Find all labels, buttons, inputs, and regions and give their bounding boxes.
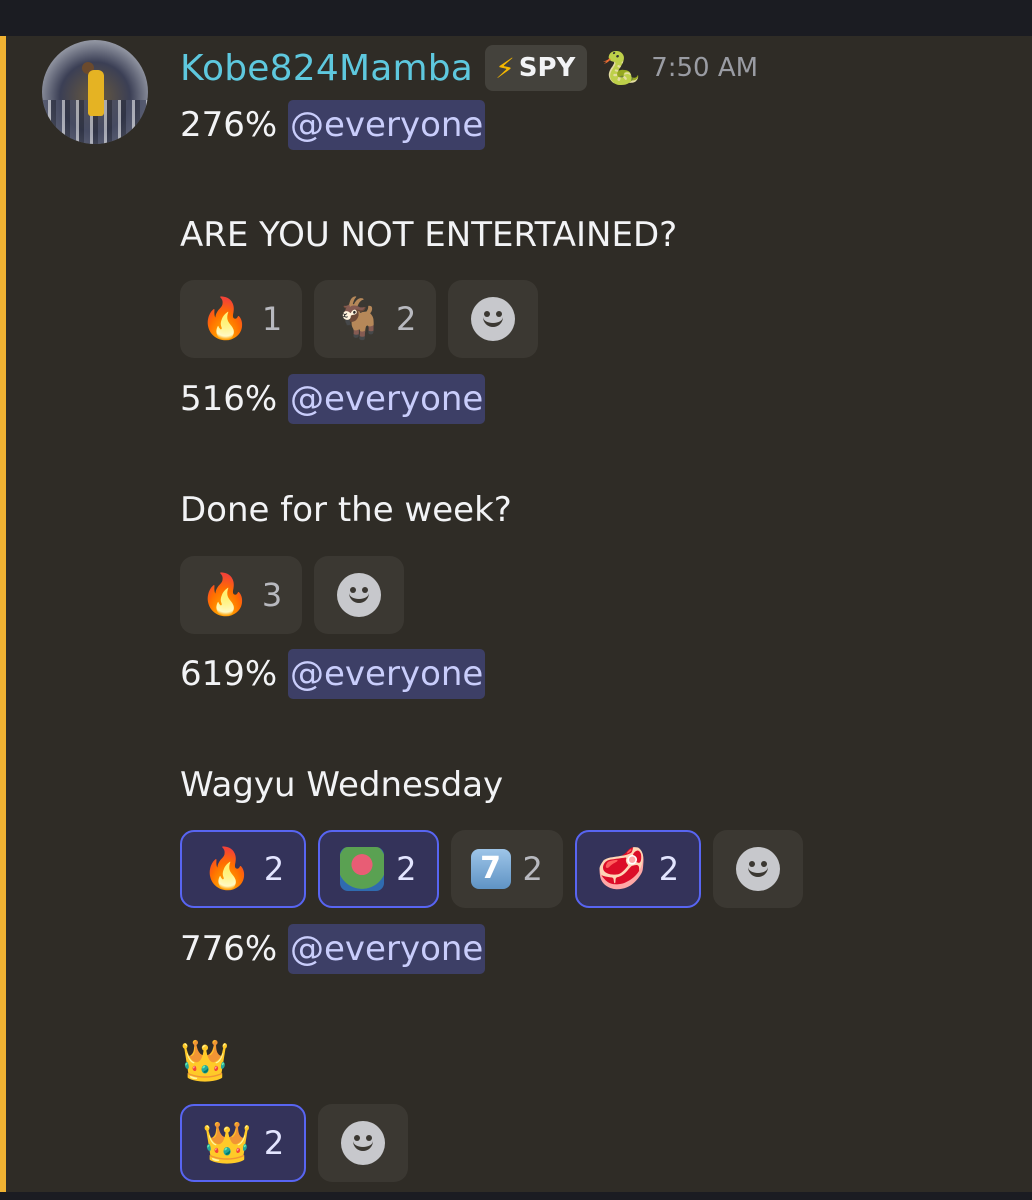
add-reaction-button[interactable] xyxy=(314,556,405,634)
everyone-mention[interactable]: @everyone xyxy=(288,100,486,150)
percent-text: 276% xyxy=(180,105,278,145)
add-reaction-button[interactable] xyxy=(318,1104,409,1182)
add-reaction-button[interactable] xyxy=(448,280,539,358)
server-tag-label: SPY xyxy=(518,53,576,83)
message-text: Done for the week? xyxy=(180,490,512,530)
message-line: 276% @everyone xyxy=(180,100,486,150)
percent-text: 619% xyxy=(180,654,278,694)
reaction-count: 2 xyxy=(263,850,285,888)
timestamp[interactable]: 7:50 AM xyxy=(651,53,758,83)
reaction-seven[interactable]: 7 2 xyxy=(450,830,563,908)
reaction-steak[interactable]: 🥩 2 xyxy=(574,830,702,908)
reaction-count: 2 xyxy=(396,850,417,888)
message-line: 516% @everyone xyxy=(180,374,486,424)
reaction-fire[interactable]: 🔥 3 xyxy=(180,556,303,634)
steak-icon: 🥩 xyxy=(596,846,647,892)
everyone-mention[interactable]: @everyone xyxy=(288,374,486,424)
reaction-count: 2 xyxy=(658,850,680,888)
reaction-count: 3 xyxy=(261,576,283,614)
reaction-crown[interactable]: 👑 2 xyxy=(180,1104,307,1182)
goat-icon: 🐐 xyxy=(334,296,384,342)
bottom-bar xyxy=(0,1192,1032,1200)
smiley-icon xyxy=(341,1121,386,1165)
everyone-mention[interactable]: @everyone xyxy=(288,924,486,974)
reaction-bar: 🔥 2 2 7 2 🥩 2 xyxy=(180,830,804,908)
top-bar xyxy=(0,0,1032,36)
pepe-scream-icon xyxy=(340,847,385,891)
add-reaction-button[interactable] xyxy=(713,830,804,908)
avatar[interactable] xyxy=(42,40,148,144)
everyone-mention[interactable]: @everyone xyxy=(288,649,486,699)
reaction-fire[interactable]: 🔥 1 xyxy=(180,280,303,358)
reaction-goat[interactable]: 🐐 2 xyxy=(314,280,437,358)
reaction-bar: 👑 2 xyxy=(180,1104,409,1182)
reaction-fire[interactable]: 🔥 2 xyxy=(180,830,307,908)
smiley-icon xyxy=(736,847,781,891)
avatar-player xyxy=(88,70,104,116)
smiley-icon xyxy=(471,297,516,341)
reaction-pepe[interactable]: 2 xyxy=(318,830,439,908)
mention-highlight-bar xyxy=(0,36,6,1192)
message-text: ARE YOU NOT ENTERTAINED? xyxy=(180,215,678,255)
lightning-icon: ⚡ xyxy=(495,51,515,85)
fire-icon: 🔥 xyxy=(202,846,252,892)
reaction-count: 2 xyxy=(395,300,417,338)
reaction-count: 2 xyxy=(522,850,543,888)
smiley-icon xyxy=(337,573,382,617)
username[interactable]: Kobe824Mamba xyxy=(180,48,473,89)
reaction-bar: 🔥 1 🐐 2 xyxy=(180,280,539,358)
reaction-bar: 🔥 3 xyxy=(180,556,405,634)
percent-text: 516% xyxy=(180,379,278,419)
message-line: 776% @everyone xyxy=(180,924,486,974)
fire-icon: 🔥 xyxy=(200,572,250,618)
snake-badge-icon[interactable]: 🐍 xyxy=(601,49,641,87)
message-line: 619% @everyone xyxy=(180,649,486,699)
crown-icon: 👑 xyxy=(202,1120,252,1166)
reaction-count: 1 xyxy=(261,300,283,338)
reaction-count: 2 xyxy=(263,1124,285,1162)
message-text: Wagyu Wednesday xyxy=(180,765,504,805)
fire-icon: 🔥 xyxy=(200,296,250,342)
server-tag[interactable]: ⚡ SPY xyxy=(485,45,588,91)
keycap-seven-icon: 7 xyxy=(470,849,511,889)
message-header: Kobe824Mamba ⚡ SPY 🐍 7:50 AM xyxy=(180,42,758,94)
percent-text: 776% xyxy=(180,929,278,969)
crown-emoji-message: 👑 xyxy=(180,1038,230,1084)
